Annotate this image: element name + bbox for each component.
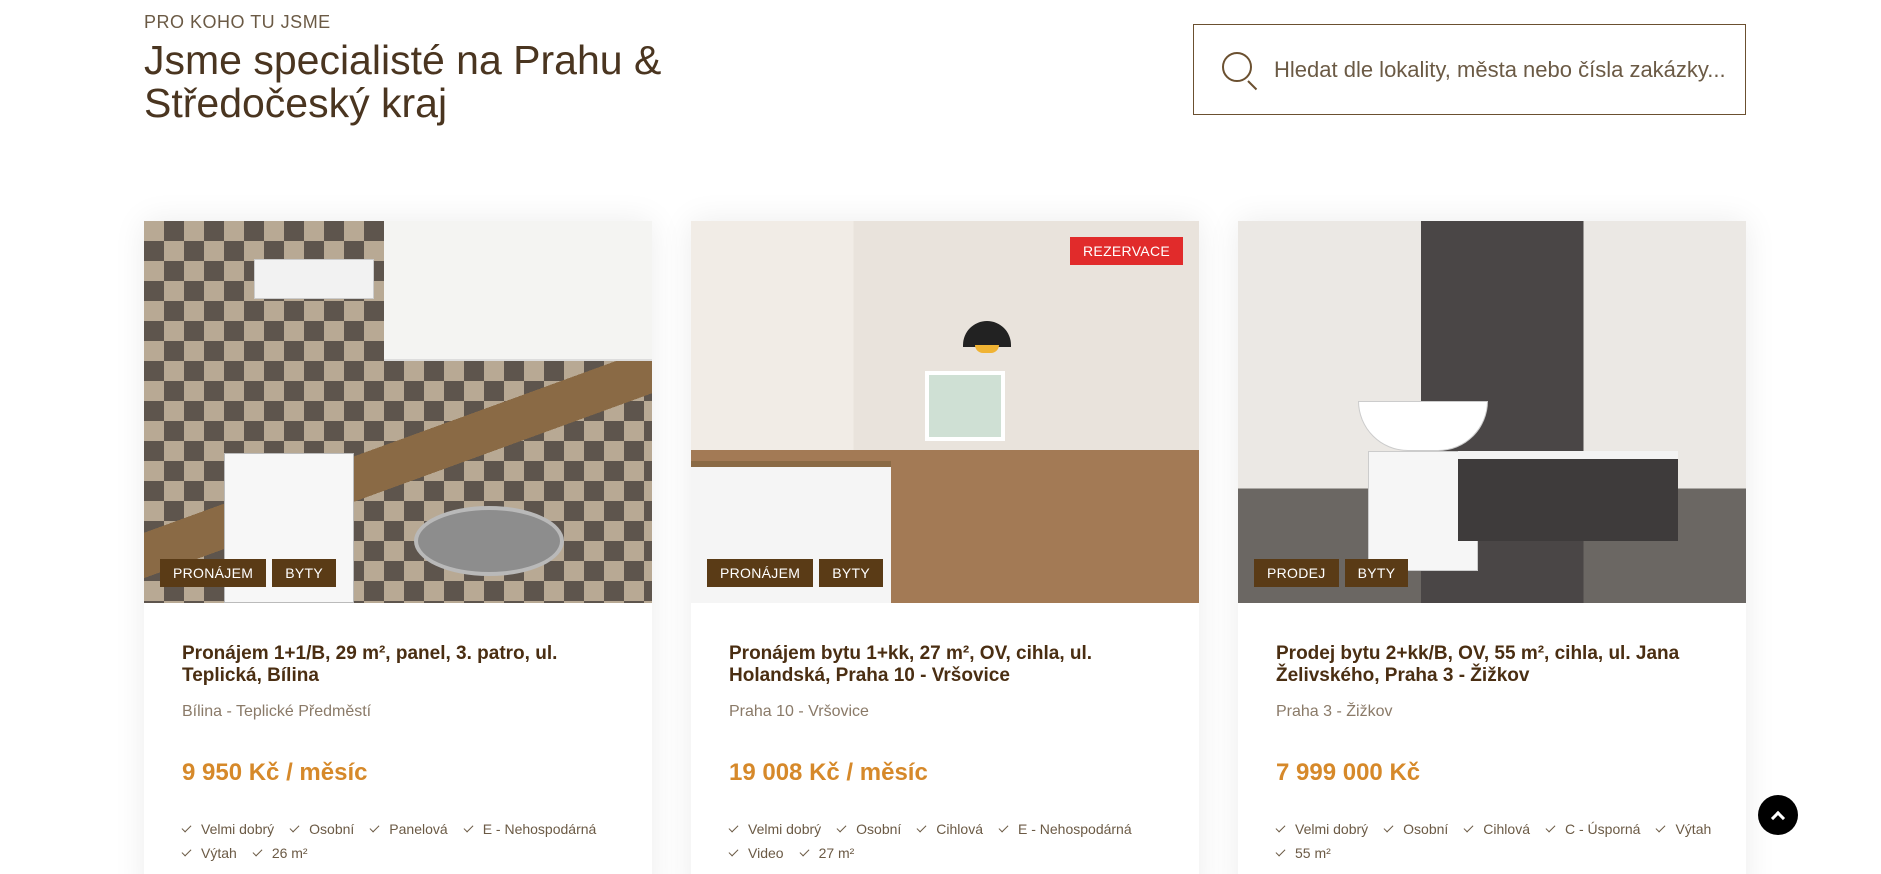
feature-item: Výtah: [181, 845, 237, 861]
listing-tags: PRONÁJEM BYTY: [160, 559, 336, 587]
scroll-to-top-button[interactable]: [1758, 795, 1798, 835]
check-icon: [836, 822, 847, 833]
check-icon: [1656, 822, 1666, 833]
check-icon: [181, 822, 192, 833]
tag-offer-type[interactable]: PRONÁJEM: [160, 559, 267, 587]
feature-item: E - Nehospodárná: [463, 821, 596, 837]
listing-photo-living-room[interactable]: REZERVACE PRONÁJEM BYTY: [691, 221, 1199, 603]
chevron-up-icon: [1770, 810, 1786, 825]
feature-item: Výtah: [1656, 821, 1711, 837]
feature-item: Velmi dobrý: [1275, 821, 1368, 837]
check-icon: [799, 846, 810, 857]
check-icon: [998, 822, 1009, 833]
tag-offer-type[interactable]: PRONÁJEM: [707, 559, 814, 587]
listing-card[interactable]: PRONÁJEM BYTY Pronájem 1+1/B, 29 m², pan…: [144, 221, 652, 874]
feature-item: Panelová: [369, 821, 448, 837]
page-title: Jsme specialisté na Prahu & Středočeský …: [144, 37, 662, 126]
check-icon: [463, 822, 474, 833]
section-eyebrow: PRO KOHO TU JSME: [144, 12, 331, 32]
check-icon: [181, 846, 192, 857]
section-header: PRO KOHO TU JSME Jsme specialisté na Pra…: [144, 12, 664, 125]
tag-property-type[interactable]: BYTY: [272, 559, 336, 587]
feature-item: C - Úsporná: [1545, 821, 1640, 837]
feature-item: Osobní: [1383, 821, 1448, 837]
feature-item: 27 m²: [799, 845, 854, 861]
listing-location: Bílina - Teplické Předměstí: [182, 703, 372, 720]
search-icon[interactable]: [1220, 50, 1260, 90]
check-icon: [728, 822, 739, 833]
check-icon: [289, 822, 300, 833]
tag-property-type[interactable]: BYTY: [819, 559, 883, 587]
listing-features: Velmi dobrý Osobní Panelová E - Nehospod…: [181, 821, 622, 861]
listing-features: Velmi dobrý Osobní Cihlová E - Nehospodá…: [728, 821, 1169, 861]
listing-tags: PRODEJ BYTY: [1254, 559, 1409, 587]
feature-item: Cihlová: [916, 821, 983, 837]
listing-title[interactable]: Pronájem 1+1/B, 29 m², panel, 3. patro, …: [182, 643, 614, 687]
feature-item: 26 m²: [252, 845, 308, 861]
check-icon: [1275, 822, 1286, 833]
feature-item: Video: [728, 845, 784, 861]
listing-location: Praha 10 - Vršovice: [729, 703, 869, 720]
tag-property-type[interactable]: BYTY: [1344, 559, 1409, 587]
feature-item: Velmi dobrý: [181, 821, 274, 837]
check-icon: [1545, 822, 1556, 833]
listing-price: 9 950 Kč / měsíc: [182, 759, 368, 786]
search-box[interactable]: [1193, 24, 1746, 115]
check-icon: [1275, 846, 1286, 857]
listing-cards: PRONÁJEM BYTY Pronájem 1+1/B, 29 m², pan…: [144, 221, 1746, 874]
listing-card[interactable]: PRODEJ BYTY Prodej bytu 2+kk/B, OV, 55 m…: [1238, 221, 1746, 874]
check-icon: [916, 822, 927, 833]
listing-location: Praha 3 - Žižkov: [1276, 703, 1393, 720]
feature-item: Velmi dobrý: [728, 821, 821, 837]
listing-card[interactable]: REZERVACE PRONÁJEM BYTY Pronájem bytu 1+…: [691, 221, 1199, 874]
check-icon: [728, 846, 739, 857]
feature-item: Osobní: [836, 821, 901, 837]
check-icon: [1463, 822, 1474, 833]
feature-item: Cihlová: [1463, 821, 1530, 837]
search-input[interactable]: [1274, 56, 1734, 83]
listing-title[interactable]: Pronájem bytu 1+kk, 27 m², OV, cihla, ul…: [729, 643, 1161, 687]
reservation-badge: REZERVACE: [1070, 237, 1183, 265]
tag-offer-type[interactable]: PRODEJ: [1254, 559, 1339, 587]
listing-tags: PRONÁJEM BYTY: [707, 559, 883, 587]
feature-item: Osobní: [289, 821, 354, 837]
listing-features: Velmi dobrý Osobní Cihlová C - Úsporná V…: [1275, 821, 1716, 861]
listing-price: 7 999 000 Kč: [1276, 759, 1421, 786]
listing-title[interactable]: Prodej bytu 2+kk/B, OV, 55 m², cihla, ul…: [1276, 643, 1708, 687]
feature-item: E - Nehospodárná: [998, 821, 1132, 837]
check-icon: [252, 846, 263, 857]
listing-photo-kitchen[interactable]: PRONÁJEM BYTY: [144, 221, 652, 603]
check-icon: [1383, 822, 1394, 833]
feature-item: 55 m²: [1275, 845, 1331, 861]
listing-photo-bathroom[interactable]: PRODEJ BYTY: [1238, 221, 1746, 603]
listing-price: 19 008 Kč / měsíc: [729, 759, 928, 786]
check-icon: [369, 822, 380, 833]
